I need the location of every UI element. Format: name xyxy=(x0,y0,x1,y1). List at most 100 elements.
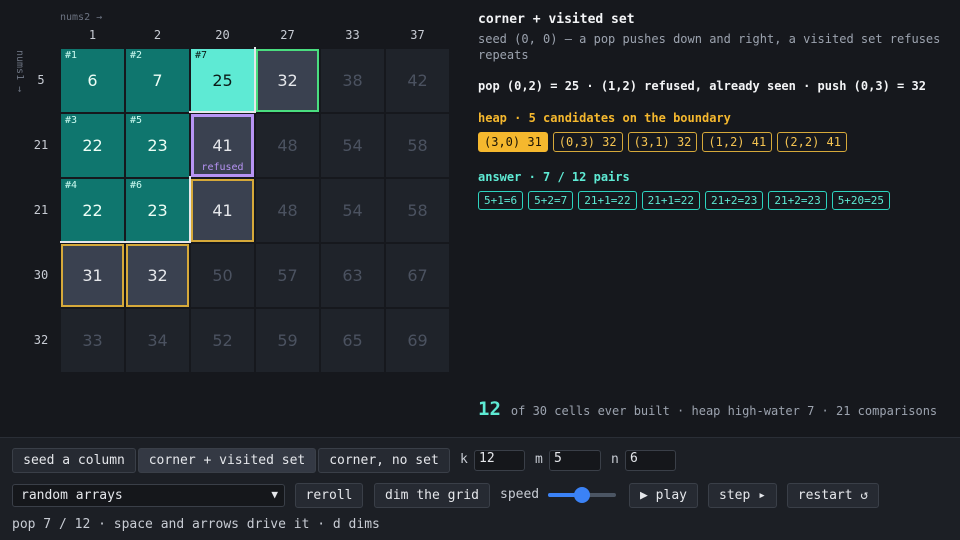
grid-cell[interactable]: 22 #3 xyxy=(61,114,124,177)
reroll-button[interactable]: reroll xyxy=(295,483,363,508)
k-input[interactable]: 12 xyxy=(474,450,525,471)
grid-cell[interactable]: 54 xyxy=(321,179,384,242)
m-input[interactable]: 5 xyxy=(549,450,601,471)
answer-heading: answer · 7 / 12 pairs xyxy=(478,170,630,184)
grid-cell[interactable]: 65 xyxy=(321,309,384,372)
mode-corner-visited-button[interactable]: corner + visited set xyxy=(138,448,316,473)
refused-tag: refused xyxy=(201,162,244,173)
cell-sum: 63 xyxy=(342,266,363,285)
cell-sum: 25 xyxy=(212,71,233,90)
grid-cell[interactable]: 41 xyxy=(191,179,254,242)
n-label: n xyxy=(611,452,619,467)
nums1-header: 30 xyxy=(33,268,49,282)
answer-chip: 21+2=23 xyxy=(704,191,764,210)
grid-cell[interactable]: 33 xyxy=(61,309,124,372)
array-select-value: random arrays xyxy=(21,488,123,503)
grid-cell[interactable]: 54 xyxy=(321,114,384,177)
info-panel: corner + visited set seed (0, 0) — a pop… xyxy=(478,12,948,210)
grid-cell[interactable]: 34 xyxy=(126,309,189,372)
nums2-header: 2 xyxy=(153,28,162,42)
grid-cell[interactable]: 6 #1 xyxy=(61,49,124,112)
grid-cell[interactable]: 57 xyxy=(256,244,319,307)
popped-frontier-line xyxy=(189,111,256,113)
nums2-header: 20 xyxy=(215,28,230,42)
cell-sum: 31 xyxy=(82,266,103,285)
grid-cell[interactable]: 41 refused xyxy=(191,114,254,177)
grid-cell[interactable]: 23 #5 xyxy=(126,114,189,177)
grid-cell[interactable]: 32 xyxy=(126,244,189,307)
cell-sum: 65 xyxy=(342,331,363,350)
nums1-header: 21 xyxy=(33,138,49,152)
heap-top-chip: (3,0) 31 xyxy=(478,132,548,152)
cell-sum: 7 xyxy=(152,71,163,90)
cell-sum: 59 xyxy=(277,331,298,350)
cell-sum: 48 xyxy=(277,201,298,220)
cell-sum: 69 xyxy=(407,331,428,350)
cell-sum: 23 xyxy=(147,136,168,155)
grid-cell[interactable]: 69 xyxy=(386,309,449,372)
step-button[interactable]: step ▸ xyxy=(708,483,777,508)
speed-label: speed xyxy=(500,487,540,502)
cell-sum: 41 xyxy=(212,201,233,220)
grid-cell[interactable]: 59 xyxy=(256,309,319,372)
grid-cell[interactable]: 38 xyxy=(321,49,384,112)
cell-sum: 32 xyxy=(277,71,298,90)
pop-order-label: #1 xyxy=(65,50,78,61)
grid-cell[interactable]: 48 xyxy=(256,179,319,242)
answer-chip: 5+1=6 xyxy=(478,191,524,210)
n-input[interactable]: 6 xyxy=(625,450,676,471)
mode-corner-no-set-button[interactable]: corner, no set xyxy=(318,448,450,473)
answer-chip: 5+20=25 xyxy=(831,191,891,210)
cell-sum: 38 xyxy=(342,71,363,90)
play-button[interactable]: ▶ play xyxy=(629,483,698,508)
cell-sum: 42 xyxy=(407,71,428,90)
chevron-down-icon: ▼ xyxy=(271,488,278,501)
mode-title: corner + visited set xyxy=(478,12,635,27)
grid-cell[interactable]: 23 #6 xyxy=(126,179,189,242)
nums1-header: 5 xyxy=(37,73,45,87)
grid-cell[interactable]: 58 xyxy=(386,179,449,242)
heap-chip: (0,3) 32 xyxy=(552,132,623,152)
popped-frontier-line xyxy=(60,241,190,243)
restart-button[interactable]: restart ↺ xyxy=(787,483,879,508)
cell-sum: 54 xyxy=(342,201,363,220)
grid-cell[interactable]: 42 xyxy=(386,49,449,112)
grid-cell[interactable]: 32 xyxy=(256,49,319,112)
stats-text: of 30 cells ever built · heap high-water… xyxy=(510,404,938,418)
answer-chip: 5+2=7 xyxy=(528,191,574,210)
cell-sum: 48 xyxy=(277,136,298,155)
grid-cell[interactable]: 48 xyxy=(256,114,319,177)
grid-cell[interactable]: 67 xyxy=(386,244,449,307)
popped-frontier-line xyxy=(254,47,256,113)
speed-thumb[interactable] xyxy=(574,487,590,503)
cell-sum: 54 xyxy=(342,136,363,155)
m-label: m xyxy=(535,452,543,467)
heap-chip: (1,2) 41 xyxy=(702,132,773,152)
grid-cell[interactable]: 63 xyxy=(321,244,384,307)
grid-cell[interactable]: 25 #7 xyxy=(191,49,254,112)
grid-cell[interactable]: 50 xyxy=(191,244,254,307)
answer-chip: 21+1=22 xyxy=(578,191,637,210)
cell-sum: 41 xyxy=(212,136,233,155)
cell-sum: 34 xyxy=(147,331,168,350)
grid-cell[interactable]: 58 xyxy=(386,114,449,177)
cell-sum: 67 xyxy=(407,266,428,285)
cell-sum: 57 xyxy=(277,266,298,285)
grid-cell[interactable]: 52 xyxy=(191,309,254,372)
dim-grid-button[interactable]: dim the grid xyxy=(374,483,490,508)
answer-chip: 21+1=22 xyxy=(641,191,700,210)
speed-slider[interactable] xyxy=(548,486,616,504)
heap-chip: (2,2) 41 xyxy=(777,132,847,152)
nums1-axis-label: nums1 → xyxy=(14,50,25,93)
pop-order-label: #7 xyxy=(195,50,208,61)
cell-sum: 23 xyxy=(147,201,168,220)
grid-cell[interactable]: 7 #2 xyxy=(126,49,189,112)
grid-cell[interactable]: 31 xyxy=(61,244,124,307)
mode-seed-column-button[interactable]: seed a column xyxy=(12,448,136,473)
cell-sum: 32 xyxy=(147,266,168,285)
array-select[interactable]: random arrays ▼ xyxy=(12,484,285,507)
heap-list: (3,0) 31 (0,3) 32 (3,1) 32 (1,2) 41 (2,2) 41 xyxy=(478,132,948,152)
cells-built-count: 12 xyxy=(478,398,501,420)
grid-cell[interactable]: 22 #4 xyxy=(61,179,124,242)
stats-summary: 12 of 30 cells ever built · heap high-wa… xyxy=(478,398,937,420)
